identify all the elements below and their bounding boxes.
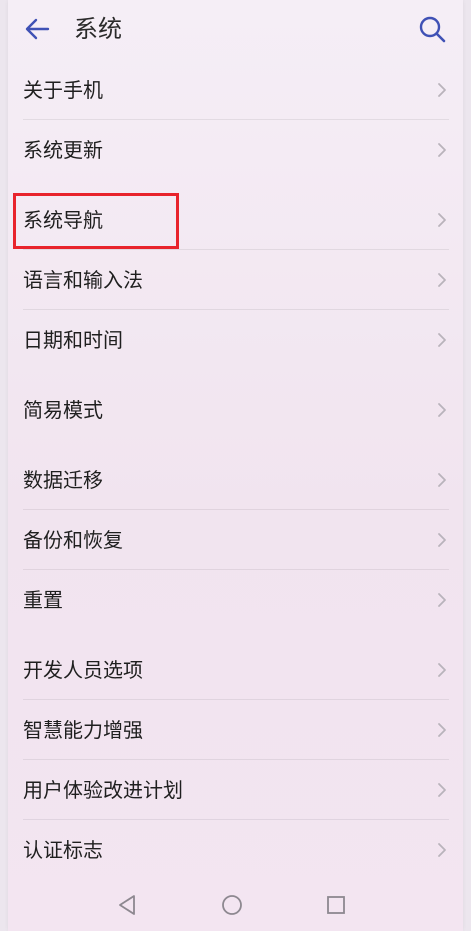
menu-item-label: 开发人员选项 <box>23 658 143 682</box>
chevron-right-icon <box>438 333 446 347</box>
square-recent-icon[interactable] <box>322 891 350 919</box>
app-bar: 系统 <box>8 0 463 58</box>
menu-item-date-time[interactable]: 日期和时间 <box>8 310 463 370</box>
menu-item-system-update[interactable]: 系统更新 <box>8 120 463 180</box>
search-icon[interactable] <box>417 14 447 44</box>
chevron-right-icon <box>438 213 446 227</box>
menu-item-label: 系统更新 <box>23 138 103 162</box>
chevron-right-icon <box>438 403 446 417</box>
chevron-right-icon <box>438 533 446 547</box>
menu-item-label: 备份和恢复 <box>23 528 123 552</box>
menu-item-label: 语言和输入法 <box>23 268 143 292</box>
menu-item-system-navigation[interactable]: 系统导航 <box>8 190 463 250</box>
system-navigation-bar <box>8 879 463 931</box>
menu-item-label: 关于手机 <box>23 78 103 102</box>
settings-list: 关于手机 系统更新 系统导航 语言和输入法 日期和时间 简易模式 数据迁移 备份… <box>8 60 463 880</box>
chevron-right-icon <box>438 83 446 97</box>
chevron-right-icon <box>438 593 446 607</box>
circle-home-icon[interactable] <box>218 891 246 919</box>
menu-item-data-migration[interactable]: 数据迁移 <box>8 450 463 510</box>
chevron-right-icon <box>438 843 446 857</box>
menu-item-label: 数据迁移 <box>23 468 103 492</box>
menu-item-backup-restore[interactable]: 备份和恢复 <box>8 510 463 570</box>
menu-item-label: 用户体验改进计划 <box>23 778 183 802</box>
menu-item-label: 重置 <box>23 588 63 612</box>
page-title: 系统 <box>74 15 122 43</box>
chevron-right-icon <box>438 663 446 677</box>
triangle-back-icon[interactable] <box>114 891 142 919</box>
menu-item-certification-logo[interactable]: 认证标志 <box>8 820 463 880</box>
menu-item-label: 认证标志 <box>23 838 103 862</box>
menu-item-smart-enhancement[interactable]: 智慧能力增强 <box>8 700 463 760</box>
menu-item-label: 智慧能力增强 <box>23 718 143 742</box>
menu-item-user-experience[interactable]: 用户体验改进计划 <box>8 760 463 820</box>
menu-item-label: 日期和时间 <box>23 328 123 352</box>
chevron-right-icon <box>438 143 446 157</box>
chevron-right-icon <box>438 723 446 737</box>
chevron-right-icon <box>438 273 446 287</box>
menu-item-about-phone[interactable]: 关于手机 <box>8 60 463 120</box>
chevron-right-icon <box>438 783 446 797</box>
arrow-left-icon[interactable] <box>22 14 52 44</box>
menu-item-reset[interactable]: 重置 <box>8 570 463 630</box>
menu-item-language-input[interactable]: 语言和输入法 <box>8 250 463 310</box>
settings-screen: 系统 关于手机 系统更新 系统导航 语言和输入法 日期和时间 简易模式 数据迁移… <box>8 0 463 931</box>
menu-item-developer-options[interactable]: 开发人员选项 <box>8 640 463 700</box>
chevron-right-icon <box>438 473 446 487</box>
menu-item-label: 简易模式 <box>23 398 103 422</box>
menu-item-label: 系统导航 <box>23 208 103 232</box>
menu-item-simple-mode[interactable]: 简易模式 <box>8 380 463 440</box>
